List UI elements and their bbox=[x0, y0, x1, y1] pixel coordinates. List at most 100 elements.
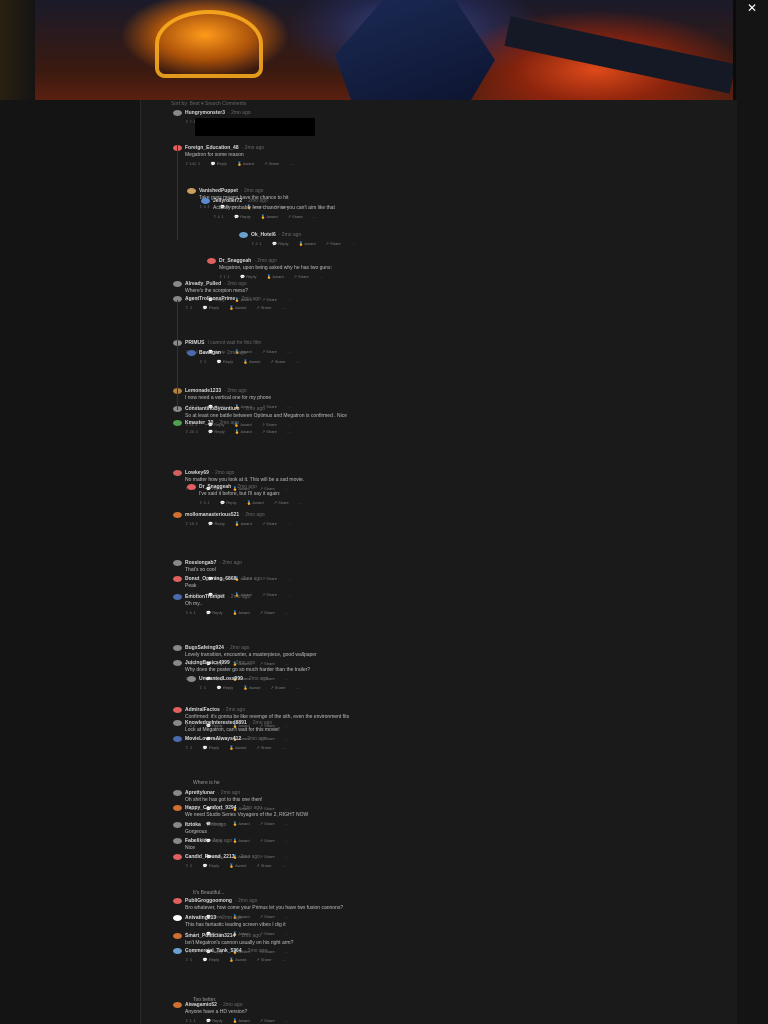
share-button[interactable]: ↗ Share bbox=[256, 863, 271, 869]
comment-username[interactable]: Jellyroller72 bbox=[213, 198, 242, 204]
avatar[interactable] bbox=[173, 1002, 182, 1008]
share-button[interactable]: ↗ Share bbox=[274, 500, 289, 506]
avatar[interactable] bbox=[173, 838, 182, 844]
more-button[interactable]: … bbox=[287, 297, 291, 303]
avatar[interactable] bbox=[173, 576, 182, 582]
avatar[interactable] bbox=[187, 484, 196, 490]
reply-button[interactable]: 💬 Reply bbox=[206, 1018, 222, 1024]
upvote-icon[interactable]: ⇧ 1 ⇩ bbox=[219, 274, 230, 280]
avatar[interactable] bbox=[173, 948, 182, 954]
avatar[interactable] bbox=[173, 854, 182, 860]
comment-username[interactable]: Fabelikid bbox=[185, 838, 207, 844]
comment-username[interactable]: Dr_Snaggeah bbox=[199, 484, 231, 490]
upvote-icon[interactable]: ⇧ ⇩ bbox=[185, 305, 193, 311]
comment-username[interactable]: Donut_Opening_6868 bbox=[185, 576, 236, 582]
avatar[interactable] bbox=[173, 420, 182, 426]
thread-line[interactable] bbox=[177, 300, 178, 410]
award-button[interactable]: 🏅 Award bbox=[235, 429, 252, 435]
award-button[interactable]: 🏅 Award bbox=[229, 863, 246, 869]
upvote-icon[interactable]: ⇧ 1 ⇩ bbox=[185, 1018, 196, 1024]
comment-username[interactable]: Smart_Politician3214 bbox=[185, 933, 235, 939]
reply-button[interactable]: 💬 Reply bbox=[217, 359, 233, 365]
comment-username[interactable]: Lemonade1233 bbox=[185, 388, 221, 394]
avatar[interactable] bbox=[173, 281, 182, 287]
avatar[interactable] bbox=[173, 822, 182, 828]
reply-button[interactable]: 💬 Reply bbox=[220, 500, 236, 506]
share-button[interactable]: ↗ Share bbox=[256, 957, 271, 963]
reply-button[interactable]: 💬 Reply bbox=[234, 214, 250, 220]
avatar[interactable] bbox=[173, 645, 182, 651]
avatar[interactable] bbox=[187, 676, 196, 682]
share-button[interactable]: ↗ Share bbox=[260, 610, 275, 616]
upvote-icon[interactable]: ⇧ 2 ⇩ bbox=[251, 241, 262, 247]
reply-button[interactable]: 💬 Reply bbox=[272, 241, 288, 247]
upvote-icon[interactable]: ⇧ ⇩ bbox=[199, 359, 207, 365]
upvote-icon[interactable]: ⇧ ⇩ bbox=[185, 745, 193, 751]
more-button[interactable]: … bbox=[281, 745, 285, 751]
avatar[interactable] bbox=[173, 707, 182, 713]
avatar[interactable] bbox=[239, 232, 248, 238]
more-button[interactable]: … bbox=[313, 214, 317, 220]
comment-username[interactable]: JuicingBasics4999 bbox=[185, 660, 230, 666]
avatar[interactable] bbox=[173, 560, 182, 566]
embedded-media[interactable] bbox=[195, 118, 315, 136]
award-button[interactable]: 🏅 Award bbox=[229, 305, 246, 311]
share-button[interactable]: ↗ Share bbox=[294, 274, 309, 280]
avatar[interactable] bbox=[173, 898, 182, 904]
reply-button[interactable]: 💬 Reply bbox=[240, 274, 256, 280]
comment-username[interactable]: Itztoka bbox=[185, 822, 201, 828]
more-button[interactable]: … bbox=[295, 359, 299, 365]
more-button[interactable]: … bbox=[281, 957, 285, 963]
award-button[interactable]: 🏅 Award bbox=[235, 521, 252, 527]
avatar[interactable] bbox=[173, 790, 182, 796]
comment-username[interactable]: Rossiongab7 bbox=[185, 560, 216, 566]
comment-username[interactable]: EmotionTrumpet bbox=[185, 594, 225, 600]
sort-bar[interactable]: Sort by: Best ▾ Search Comments bbox=[171, 101, 246, 109]
upvote-icon[interactable]: ⇧ ⇩ bbox=[185, 863, 193, 869]
award-button[interactable]: 🏅 Award bbox=[266, 274, 283, 280]
award-button[interactable]: 🏅 Award bbox=[243, 359, 260, 365]
comment-username[interactable]: AdmiralFactos bbox=[185, 707, 220, 713]
comment-username[interactable]: MovieLoversAlways412 bbox=[185, 736, 241, 742]
more-button[interactable]: … bbox=[287, 521, 291, 527]
comment-username[interactable]: Foreign_Education_48 bbox=[185, 145, 239, 151]
avatar[interactable] bbox=[187, 188, 196, 194]
share-button[interactable]: ↗ Share bbox=[262, 429, 277, 435]
share-button[interactable]: ↗ Share bbox=[270, 359, 285, 365]
award-button[interactable]: 🏅 Award bbox=[237, 161, 254, 167]
comment-username[interactable]: Hungrymonster3 bbox=[185, 110, 225, 116]
avatar[interactable] bbox=[207, 258, 216, 264]
reply-button[interactable]: 💬 Reply bbox=[206, 610, 222, 616]
more-button[interactable]: … bbox=[351, 241, 355, 247]
comment-username[interactable]: Bawagan bbox=[199, 350, 221, 356]
award-button[interactable]: 🏅 Award bbox=[298, 241, 315, 247]
comment-username[interactable]: Anivating213 bbox=[185, 915, 216, 921]
reply-button[interactable]: 💬 Reply bbox=[203, 957, 219, 963]
comment-username[interactable]: PRIMUS bbox=[185, 340, 204, 346]
more-button[interactable]: … bbox=[285, 610, 289, 616]
award-button[interactable]: 🏅 Award bbox=[243, 685, 260, 691]
upvote-icon[interactable]: ⇧ 3 ⇩ bbox=[199, 500, 210, 506]
comment-username[interactable]: ConstantinoByzantium bbox=[185, 406, 239, 412]
comment-username[interactable]: Commercial_Tank_5364 bbox=[185, 948, 242, 954]
award-button[interactable]: 🏅 Award bbox=[229, 745, 246, 751]
avatar[interactable] bbox=[173, 933, 182, 939]
share-button[interactable]: ↗ Share bbox=[264, 161, 279, 167]
comment-username[interactable]: Dr_Snaggeah bbox=[219, 258, 251, 264]
award-button[interactable]: 🏅 Award bbox=[260, 214, 277, 220]
share-button[interactable]: ↗ Share bbox=[262, 521, 277, 527]
avatar[interactable] bbox=[201, 198, 210, 204]
comment-username[interactable]: Kmaster_30 bbox=[185, 420, 213, 426]
avatar[interactable] bbox=[187, 350, 196, 356]
upvote-icon[interactable]: ⇧ 20 ⇩ bbox=[185, 429, 198, 435]
comment-username[interactable]: Aprettylunar bbox=[185, 790, 215, 796]
comment-username[interactable]: VanishedPuppet bbox=[199, 188, 238, 194]
upvote-icon[interactable]: ⇧ ⇩ bbox=[199, 685, 207, 691]
share-button[interactable]: ↗ Share bbox=[256, 305, 271, 311]
more-button[interactable]: … bbox=[281, 305, 285, 311]
award-button[interactable]: 🏅 Award bbox=[246, 500, 263, 506]
reply-button[interactable]: 💬 Reply bbox=[203, 305, 219, 311]
reply-button[interactable]: 💬 Reply bbox=[217, 685, 233, 691]
avatar[interactable] bbox=[173, 470, 182, 476]
avatar[interactable] bbox=[173, 594, 182, 600]
